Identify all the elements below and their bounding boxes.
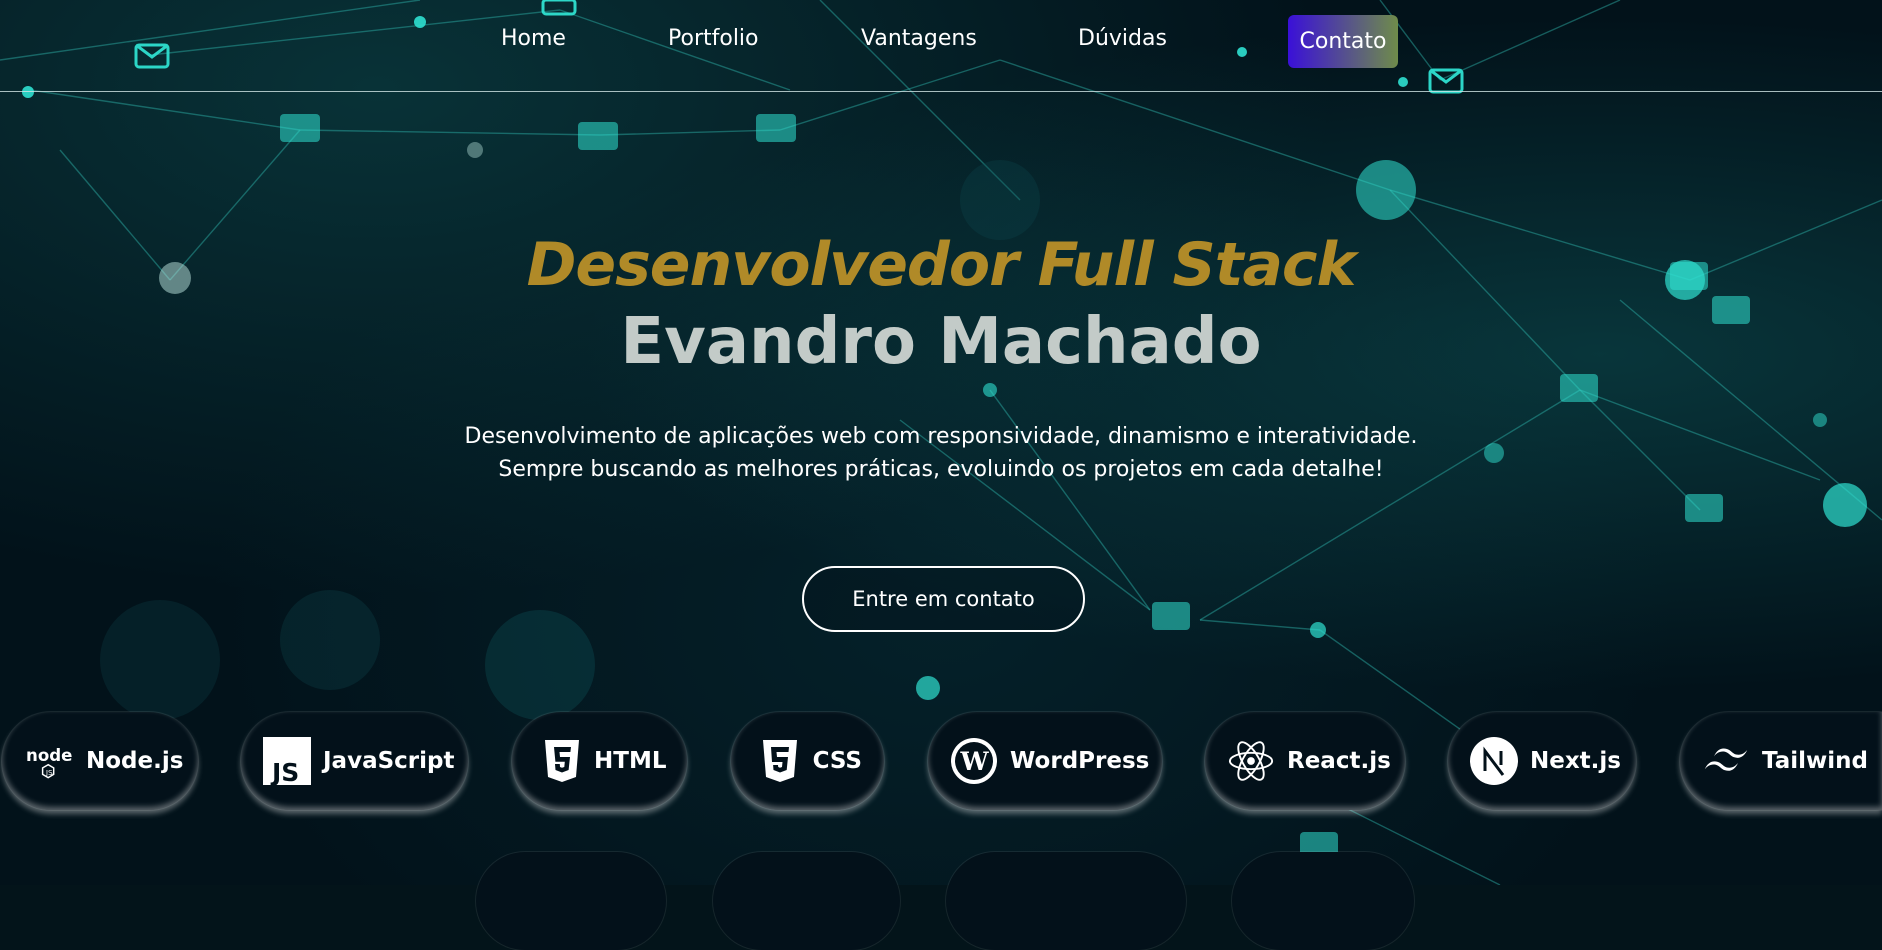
javascript-icon: JS [263,737,311,785]
svg-text:JS: JS [45,768,53,777]
hero-subtitle: Desenvolvedor Full Stack [526,230,1357,300]
tech-pill-row2-item [476,852,666,950]
tech-pill-css[interactable]: CSS [731,712,884,810]
contact-cta-button[interactable]: Entre em contato [802,566,1085,632]
top-navbar: Home Portfolio Vantagens Dúvidas Contato [0,0,1882,92]
nav-contact-button[interactable]: Contato [1288,15,1398,68]
nodejs-icon: node JS [26,737,74,785]
tech-label: Tailwind [1762,748,1868,774]
tailwind-icon [1702,737,1750,785]
nav-duvidas[interactable]: Dúvidas [1078,26,1167,51]
nav-home[interactable]: Home [501,26,566,51]
nav-portfolio[interactable]: Portfolio [668,26,759,51]
svg-text:JS: JS [270,758,299,785]
tech-pill-tailwind[interactable]: Tailwind [1680,712,1882,810]
wordpress-icon: W [950,737,998,785]
hero-description-line1: Desenvolvimento de aplicações web com re… [464,424,1418,449]
svg-text:W: W [960,747,990,776]
nav-vantagens[interactable]: Vantagens [861,26,977,51]
css3-icon [759,737,801,785]
svg-text:node: node [26,746,72,765]
tech-pill-wordpress[interactable]: W WordPress [928,712,1162,810]
tech-label: React.js [1287,748,1391,774]
html5-icon [542,737,582,785]
tech-pill-javascript[interactable]: JS JavaScript [241,712,468,810]
tech-label: Next.js [1530,748,1621,774]
tech-pill-html[interactable]: HTML [512,712,687,810]
tech-pill-row2-item [713,852,900,950]
tech-label: HTML [594,748,667,774]
tech-pill-row2-item [946,852,1186,950]
tech-label: JavaScript [323,748,455,774]
tech-label: Node.js [86,748,184,774]
react-icon [1227,737,1275,785]
tech-label: CSS [812,748,862,774]
hero-name: Evandro Machado [620,305,1262,379]
tech-pill-react[interactable]: React.js [1205,712,1405,810]
tech-pill-nextjs[interactable]: Next.js [1448,712,1636,810]
hero-description-line2: Sempre buscando as melhores práticas, ev… [498,457,1384,482]
tech-pill-row2-item [1232,852,1414,950]
tech-pill-nodejs[interactable]: node JS Node.js [2,712,198,810]
tech-label: WordPress [1010,748,1150,774]
nextjs-icon [1470,737,1518,785]
